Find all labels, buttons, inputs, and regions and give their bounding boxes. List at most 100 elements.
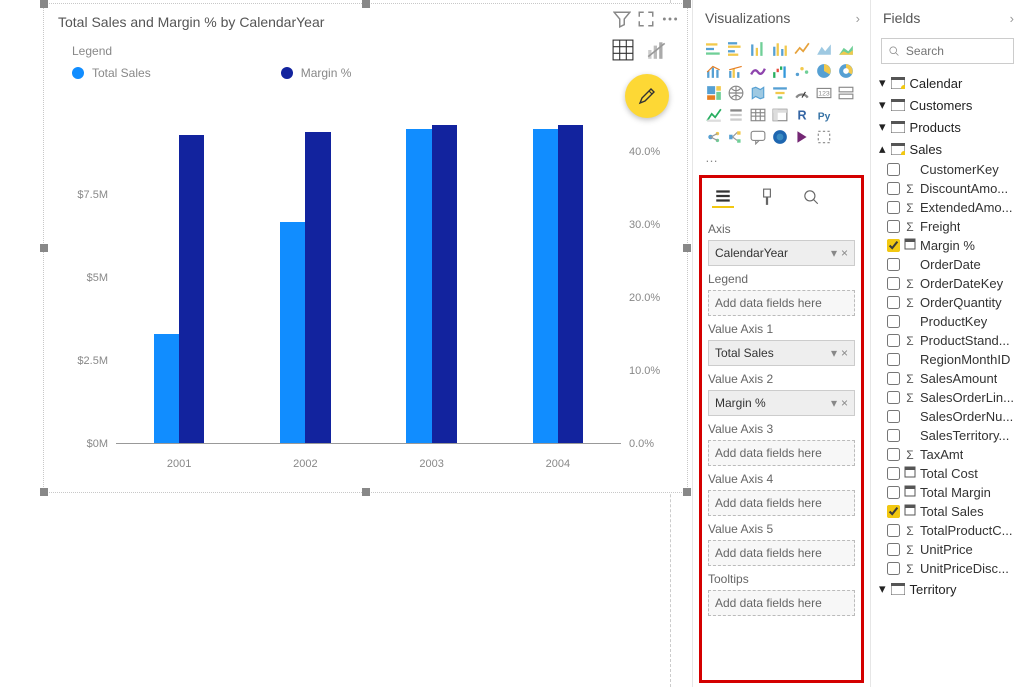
field-checkbox[interactable]	[887, 372, 900, 385]
stacked-bar-icon[interactable]	[705, 40, 723, 58]
resize-handle[interactable]	[683, 244, 691, 252]
python-visual-icon[interactable]: Py	[815, 106, 833, 124]
bar-total-sales[interactable]	[154, 334, 179, 444]
field-checkbox[interactable]	[887, 201, 900, 214]
bar-total-sales[interactable]	[406, 129, 431, 444]
field-item[interactable]: ΣOrderDateKey	[879, 274, 1020, 293]
field-checkbox[interactable]	[887, 277, 900, 290]
bar-margin[interactable]	[305, 132, 330, 444]
fields-search[interactable]	[881, 38, 1014, 64]
field-item[interactable]: Total Sales	[879, 502, 1020, 521]
resize-handle[interactable]	[362, 488, 370, 496]
funnel-icon[interactable]	[771, 84, 789, 102]
fields-tab[interactable]	[712, 186, 734, 208]
bar-margin[interactable]	[558, 125, 583, 444]
treemap-icon[interactable]	[705, 84, 723, 102]
area-chart-icon[interactable]	[815, 40, 833, 58]
field-checkbox[interactable]	[887, 505, 900, 518]
resize-handle[interactable]	[362, 0, 370, 8]
legend-item[interactable]: Total Sales	[72, 66, 151, 80]
field-checkbox[interactable]	[887, 163, 900, 176]
field-checkbox[interactable]	[887, 239, 900, 252]
axis-field-well[interactable]: CalendarYear ▾×	[708, 240, 855, 266]
resize-handle[interactable]	[683, 0, 691, 8]
clustered-bar-icon[interactable]	[727, 40, 745, 58]
field-checkbox[interactable]	[887, 467, 900, 480]
resize-handle[interactable]	[40, 0, 48, 8]
field-item[interactable]: ΣUnitPrice	[879, 540, 1020, 559]
line-chart-icon[interactable]	[793, 40, 811, 58]
chevron-down-icon[interactable]: ▾	[831, 246, 837, 260]
remove-field-icon[interactable]: ×	[841, 246, 848, 260]
remove-field-icon[interactable]: ×	[841, 396, 848, 410]
field-item[interactable]: Margin %	[879, 236, 1020, 255]
ribbon-chart-icon[interactable]	[749, 62, 767, 80]
chart-visual[interactable]: Total Sales and Margin % by CalendarYear…	[43, 3, 688, 493]
resize-handle[interactable]	[40, 488, 48, 496]
field-checkbox[interactable]	[887, 334, 900, 347]
field-item[interactable]: ΣOrderQuantity	[879, 293, 1020, 312]
qa-visual-icon[interactable]	[749, 128, 767, 146]
field-checkbox[interactable]	[887, 524, 900, 537]
tooltips-field-well[interactable]: Add data fields here	[708, 590, 855, 616]
field-checkbox[interactable]	[887, 296, 900, 309]
chevron-right-icon[interactable]: ›	[1010, 11, 1014, 26]
field-item[interactable]: ΣTaxAmt	[879, 445, 1020, 464]
field-item[interactable]: ΣExtendedAmo...	[879, 198, 1020, 217]
value1-field-well[interactable]: Total Sales ▾×	[708, 340, 855, 366]
field-item[interactable]: ΣUnitPriceDisc...	[879, 559, 1020, 578]
key-influencers-icon[interactable]	[705, 128, 723, 146]
field-item[interactable]: Total Margin	[879, 483, 1020, 502]
field-item[interactable]: CustomerKey	[879, 160, 1020, 179]
table-calendar[interactable]: ▾ Calendar	[879, 72, 1020, 94]
line-stacked-column-icon[interactable]	[705, 62, 723, 80]
table-sales[interactable]: ▴ Sales	[879, 138, 1020, 160]
gauge-icon[interactable]	[793, 84, 811, 102]
bar-total-sales[interactable]	[280, 222, 305, 444]
field-checkbox[interactable]	[887, 448, 900, 461]
field-checkbox[interactable]	[887, 562, 900, 575]
chevron-down-icon[interactable]: ▾	[831, 396, 837, 410]
filled-map-icon[interactable]	[749, 84, 767, 102]
analytics-tab[interactable]	[800, 186, 822, 208]
legend-item[interactable]: Margin %	[281, 66, 352, 80]
scatter-icon[interactable]	[793, 62, 811, 80]
legend-field-well[interactable]: Add data fields here	[708, 290, 855, 316]
filter-icon[interactable]	[613, 10, 631, 28]
table-customers[interactable]: ▾ Customers	[879, 94, 1020, 116]
bar-total-sales[interactable]	[533, 129, 558, 444]
bar-margin[interactable]	[432, 125, 457, 444]
remove-field-icon[interactable]: ×	[841, 346, 848, 360]
field-checkbox[interactable]	[887, 543, 900, 556]
field-checkbox[interactable]	[887, 182, 900, 195]
resize-handle[interactable]	[683, 488, 691, 496]
donut-chart-icon[interactable]	[837, 62, 855, 80]
chevron-right-icon[interactable]: ›	[856, 11, 860, 26]
focus-mode-icon[interactable]	[637, 10, 655, 28]
value2-field-well[interactable]: Margin % ▾×	[708, 390, 855, 416]
field-checkbox[interactable]	[887, 315, 900, 328]
more-visuals-icon[interactable]: …	[693, 150, 870, 165]
field-item[interactable]: RegionMonthID	[879, 350, 1020, 369]
field-item[interactable]: ΣSalesAmount	[879, 369, 1020, 388]
field-checkbox[interactable]	[887, 429, 900, 442]
field-item[interactable]: ΣProductStand...	[879, 331, 1020, 350]
value4-field-well[interactable]: Add data fields here	[708, 490, 855, 516]
field-item[interactable]: ProductKey	[879, 312, 1020, 331]
field-checkbox[interactable]	[887, 353, 900, 366]
chevron-down-icon[interactable]: ▾	[831, 346, 837, 360]
value5-field-well[interactable]: Add data fields here	[708, 540, 855, 566]
waterfall-icon[interactable]	[771, 62, 789, 80]
table-territory[interactable]: ▾ Territory	[879, 578, 1020, 600]
field-item[interactable]: Total Cost	[879, 464, 1020, 483]
field-checkbox[interactable]	[887, 410, 900, 423]
import-visual-icon[interactable]	[815, 128, 833, 146]
stacked-area-icon[interactable]	[837, 40, 855, 58]
field-checkbox[interactable]	[887, 258, 900, 271]
axis-mode-secondary-icon[interactable]	[645, 38, 669, 62]
field-checkbox[interactable]	[887, 486, 900, 499]
pie-chart-icon[interactable]	[815, 62, 833, 80]
resize-handle[interactable]	[40, 244, 48, 252]
kpi-icon[interactable]	[705, 106, 723, 124]
report-canvas[interactable]: Total Sales and Margin % by CalendarYear…	[0, 0, 670, 687]
